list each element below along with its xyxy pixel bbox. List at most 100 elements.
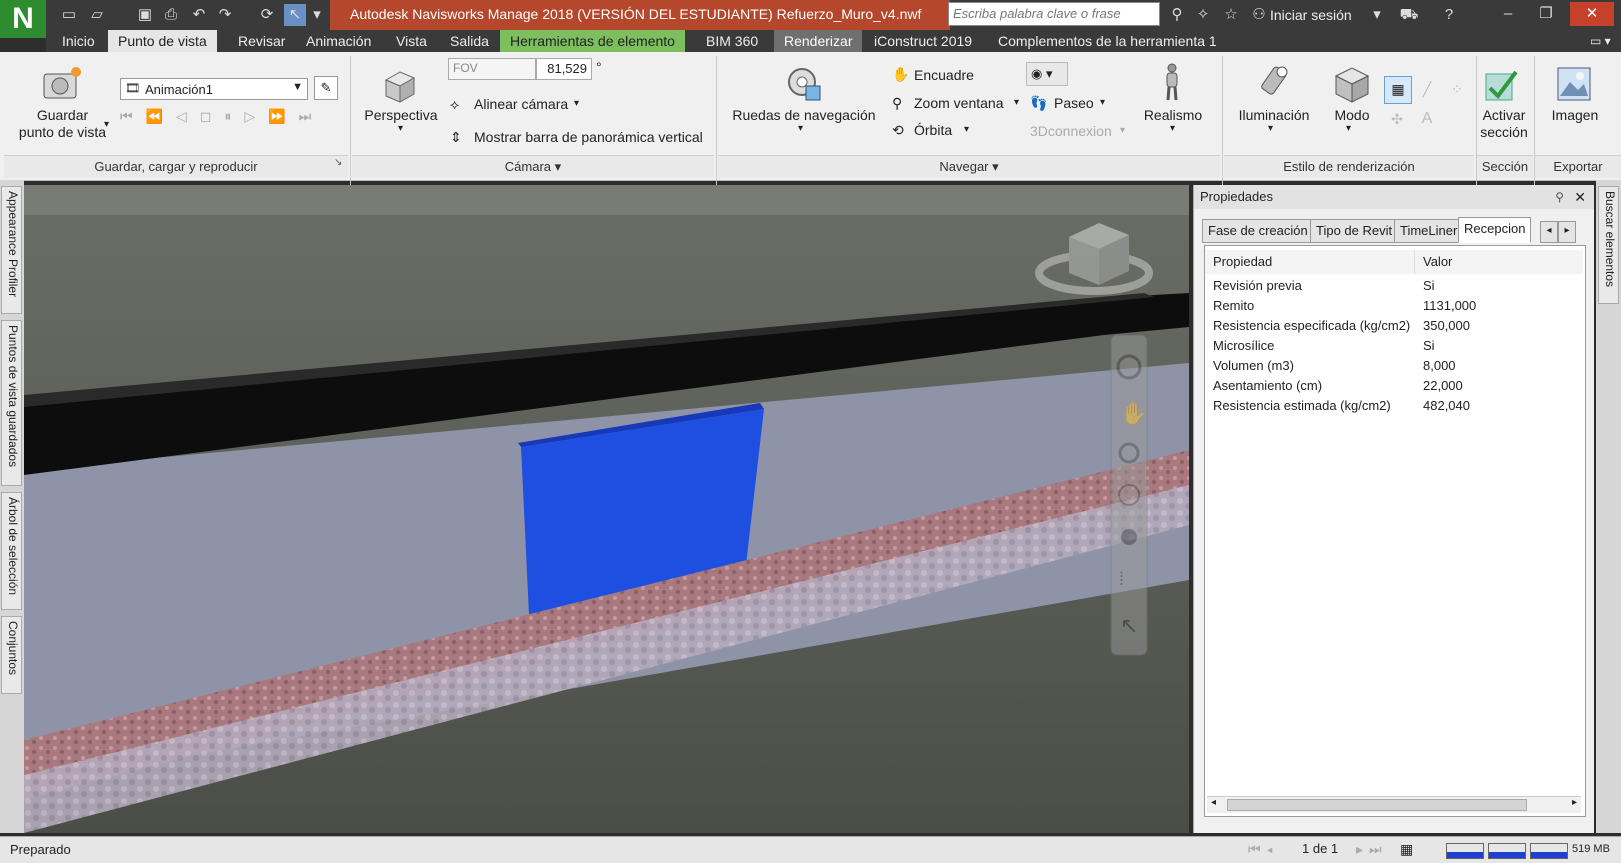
prop-tab-tipo-revit[interactable]: Tipo de Revit bbox=[1310, 219, 1399, 243]
prop-tab-fase[interactable]: Fase de creación bbox=[1202, 219, 1314, 243]
prop-tab-timeliner[interactable]: TimeLiner bbox=[1394, 219, 1464, 243]
points-display-icon[interactable]: ⁘ bbox=[1444, 76, 1470, 102]
fov-value-input[interactable]: 81,529 bbox=[536, 58, 592, 80]
close-panel-icon[interactable]: ✕ bbox=[1574, 185, 1586, 209]
orbit-button[interactable]: Órbita bbox=[914, 121, 952, 139]
realism-dropdown-icon[interactable]: ▾ bbox=[1170, 120, 1175, 138]
save-viewpoint-button[interactable]: Guardar punto de vista bbox=[10, 107, 115, 141]
maximize-button[interactable]: ❐ bbox=[1528, 2, 1564, 26]
cart-icon[interactable]: ⛟ bbox=[1396, 4, 1422, 26]
open-file-icon[interactable]: ▱ bbox=[86, 4, 108, 26]
align-camera-button[interactable]: Alinear cámara bbox=[474, 95, 568, 113]
dock-tab-sets[interactable]: Conjuntos bbox=[1, 616, 22, 694]
tab-revisar[interactable]: Revisar bbox=[228, 30, 295, 52]
search-input[interactable]: Escriba palabra clave o frase bbox=[948, 2, 1160, 26]
walk-button[interactable]: Paseo bbox=[1054, 94, 1094, 112]
nav-wheels-dropdown-icon[interactable]: ▾ bbox=[798, 120, 803, 138]
scroll-right-arrow-icon[interactable]: ▸ bbox=[1572, 797, 1577, 808]
pan-button[interactable]: Encuadre bbox=[914, 66, 974, 84]
tab-iconstruct[interactable]: iConstruct 2019 bbox=[864, 30, 982, 52]
print-icon[interactable]: ⎙ bbox=[160, 4, 182, 26]
app-logo[interactable]: N bbox=[0, 0, 46, 38]
animation-select[interactable]: 🎞 Animación1 ▼ bbox=[120, 78, 308, 100]
page-first-prev-icon[interactable]: ⏮◂ bbox=[1248, 841, 1279, 858]
ribbon-tab-bar: Inicio Punto de vista Revisar Animación … bbox=[46, 30, 1621, 52]
scroll-left-arrow-icon[interactable]: ◂ bbox=[1211, 797, 1216, 808]
orbit-dropdown-icon[interactable]: ▾ bbox=[964, 121, 969, 139]
navigation-wheel-icon bbox=[788, 68, 821, 101]
lighting-dropdown-icon[interactable]: ▾ bbox=[1268, 120, 1273, 138]
image-export-button[interactable]: Imagen bbox=[1540, 107, 1610, 124]
pin-icon[interactable]: ⚲ bbox=[1555, 185, 1564, 209]
3d-viewport[interactable]: ✋ ⁞ ↖ bbox=[24, 185, 1189, 833]
save-icon[interactable]: ▣ bbox=[134, 4, 156, 26]
line-display-icon[interactable]: ╱ bbox=[1414, 76, 1440, 102]
align-dropdown-icon[interactable]: ▾ bbox=[574, 95, 579, 113]
panel-title-guardar: Guardar, cargar y reproducir bbox=[4, 155, 348, 178]
tab-complementos[interactable]: Complementos de la herramienta 1 bbox=[988, 30, 1227, 52]
tab-scroll-left-icon[interactable]: ◂ bbox=[1540, 221, 1558, 243]
mode-button[interactable]: Modo bbox=[1322, 107, 1382, 124]
tab-renderizar[interactable]: Renderizar bbox=[774, 30, 863, 52]
disk-progress-icon bbox=[1488, 843, 1526, 859]
lighting-button[interactable]: Iluminación bbox=[1228, 107, 1320, 124]
ribbon-toggle-icon[interactable]: ▭ ▾ bbox=[1580, 30, 1621, 52]
tab-punto-de-vista[interactable]: Punto de vista bbox=[108, 30, 217, 52]
realism-mode-select[interactable]: ◉ ▾ bbox=[1026, 62, 1068, 86]
new-file-icon[interactable]: ▭ bbox=[58, 4, 80, 26]
signin-button[interactable]: Iniciar sesión bbox=[1270, 4, 1352, 26]
text-display-icon[interactable]: A bbox=[1414, 106, 1440, 132]
scrollbar-thumb[interactable] bbox=[1227, 799, 1527, 811]
edit-animation-icon[interactable]: ✎ bbox=[314, 76, 338, 100]
binoculars-icon[interactable]: ⚲ bbox=[1166, 4, 1188, 26]
horizontal-scrollbar[interactable]: ◂ ▸ bbox=[1207, 796, 1581, 813]
sheet-browser-icon[interactable]: ▦ bbox=[1400, 841, 1413, 858]
look-tool-icon[interactable] bbox=[1121, 529, 1137, 545]
help-icon[interactable]: ? bbox=[1436, 4, 1462, 26]
refresh-icon[interactable]: ⟳ bbox=[256, 4, 278, 26]
fov-slider[interactable]: FOV bbox=[448, 58, 536, 80]
signin-dropdown-icon[interactable]: ▾ bbox=[1370, 4, 1384, 26]
walk-dropdown-icon[interactable]: ▾ bbox=[1100, 94, 1105, 112]
pan-hand-icon[interactable]: ✋ bbox=[1120, 401, 1147, 426]
tab-salida[interactable]: Salida bbox=[440, 30, 499, 52]
dock-tab-selection-tree[interactable]: Árbol de selección bbox=[1, 492, 22, 610]
mode-dropdown-icon[interactable]: ▾ bbox=[1346, 120, 1351, 138]
select-cursor-icon[interactable]: ↖ bbox=[284, 4, 306, 26]
redo-icon[interactable]: ↷ bbox=[214, 4, 236, 26]
prop-tab-recepcion[interactable]: Recepcion bbox=[1458, 217, 1532, 243]
star-icon[interactable]: ☆ bbox=[1220, 4, 1242, 26]
tab-scroll-right-icon[interactable]: ▸ bbox=[1558, 221, 1576, 243]
quick-access-dropdown-icon[interactable]: ▾ bbox=[306, 4, 328, 26]
3dconnexion-button[interactable]: 3Dconnexion bbox=[1030, 122, 1112, 140]
dock-tab-appearance-profiler[interactable]: Appearance Profiler bbox=[1, 186, 22, 314]
navigation-wheels-button[interactable]: Ruedas de navegación bbox=[726, 107, 882, 124]
column-header-value[interactable]: Valor bbox=[1415, 250, 1583, 274]
tab-inicio[interactable]: Inicio bbox=[52, 30, 105, 52]
dock-tab-find-items[interactable]: Buscar elementos bbox=[1598, 186, 1619, 304]
minimize-button[interactable]: – bbox=[1490, 2, 1526, 26]
zoom-dropdown-icon[interactable]: ▾ bbox=[1014, 94, 1019, 112]
vertical-bar-button[interactable]: Mostrar barra de panorámica vertical bbox=[474, 128, 703, 146]
tab-vista[interactable]: Vista bbox=[386, 30, 437, 52]
column-header-property[interactable]: Propiedad bbox=[1205, 250, 1415, 274]
satellite-icon[interactable]: ✧ bbox=[1192, 4, 1214, 26]
dock-tab-saved-viewpoints[interactable]: Puntos de vista guardados bbox=[1, 320, 22, 486]
zoom-window-button[interactable]: Zoom ventana bbox=[914, 94, 1004, 112]
user-icon[interactable]: ⚇ bbox=[1250, 4, 1268, 26]
perspective-dropdown-icon[interactable]: ▾ bbox=[398, 120, 403, 138]
tab-animacion[interactable]: Animación bbox=[296, 30, 381, 52]
close-button[interactable]: ✕ bbox=[1570, 2, 1614, 26]
connexion-dropdown-icon[interactable]: ▾ bbox=[1120, 122, 1125, 140]
select-tool-icon[interactable]: ↖ bbox=[1120, 613, 1138, 638]
box-display-icon[interactable]: ▦ bbox=[1384, 76, 1412, 104]
activate-section-button[interactable]: Activar sección bbox=[1476, 107, 1532, 141]
save-dropdown-icon[interactable]: ▾ bbox=[104, 116, 109, 134]
snap-points-icon[interactable]: ✣ bbox=[1384, 106, 1410, 132]
page-next-last-icon[interactable]: ▸⏭ bbox=[1356, 841, 1388, 858]
walk-tool-icon[interactable]: ⁞ bbox=[1119, 569, 1124, 589]
undo-icon[interactable]: ↶ bbox=[188, 4, 210, 26]
tab-herramientas-de-elemento[interactable]: Herramientas de elemento bbox=[500, 30, 685, 52]
tab-bim-360[interactable]: BIM 360 bbox=[696, 30, 768, 52]
panel-launcher-icon[interactable]: ↘ bbox=[334, 157, 342, 168]
